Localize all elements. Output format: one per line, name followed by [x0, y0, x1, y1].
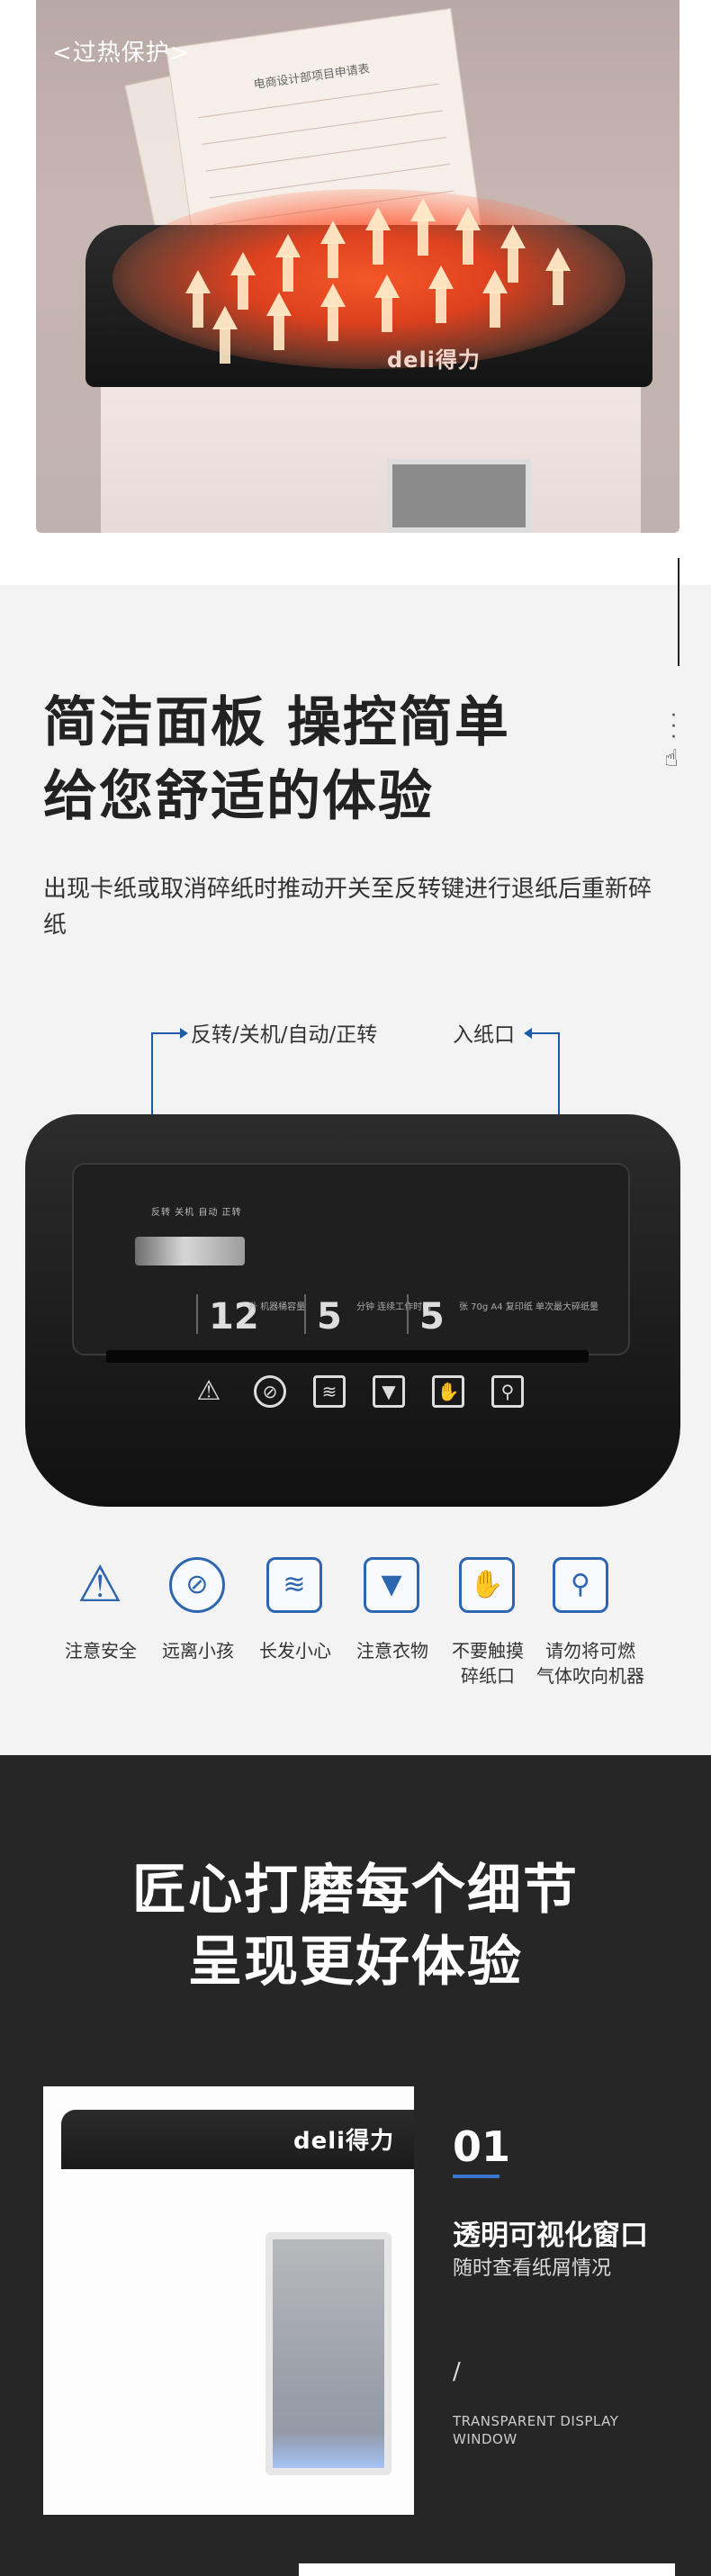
- arrow-left-icon: [524, 1028, 532, 1039]
- switch-labels: 反转 关机 自动 正转: [151, 1208, 242, 1218]
- panel-heading-line2: 给您舒适的体验: [43, 765, 434, 828]
- feature-slash: /: [453, 2358, 461, 2385]
- tie-icon: ▼: [373, 1375, 405, 1408]
- warning-icon: ⚠: [196, 1375, 221, 1407]
- spec-capacity: 12 升 机器桶容量: [209, 1296, 306, 1338]
- craft-heading-line1: 匠心打磨每个细节: [132, 1859, 579, 1922]
- overheat-photo: 电商设计部项目申请表 deli得力 <过热保护>: [36, 0, 680, 533]
- panel-description: 出现卡纸或取消碎纸时推动开关至反转键进行退纸后重新碎纸: [43, 876, 652, 939]
- feature-underline: [453, 2175, 500, 2178]
- panel-heading-line1: 简洁面板 操控简单: [43, 691, 510, 754]
- mode-switch[interactable]: [135, 1237, 245, 1265]
- tie-icon: ▼: [364, 1557, 419, 1613]
- warning-icon: ⚠: [76, 1555, 123, 1614]
- paper-inlet-slot: [106, 1350, 589, 1363]
- scroll-dots-icon: · · ·: [670, 705, 677, 749]
- craft-heading: 匠心打磨每个细节 呈现更好体验: [0, 1854, 711, 1998]
- no-touch-icon: ✋: [459, 1557, 515, 1613]
- long-hair-icon: ≋: [313, 1375, 346, 1408]
- next-card-edge: [299, 2563, 675, 2576]
- safety-label: 不要触摸 碎纸口: [452, 1640, 524, 1687]
- feature-number: 01: [453, 2122, 511, 2171]
- safety-label: 请勿将可燃 气体吹向机器: [536, 1640, 644, 1687]
- safety-label: 远离小孩: [162, 1640, 234, 1662]
- brand-logo: deli得力: [293, 2128, 395, 2155]
- brand-logo: deli得力: [387, 347, 481, 373]
- safety-label: 长发小心: [259, 1640, 331, 1662]
- feature-subtitle: 随时查看纸屑情况: [453, 2257, 612, 2280]
- shredder-body: [101, 369, 641, 533]
- craft-heading-line2: 呈现更好体验: [188, 1931, 523, 1994]
- paper-title: 电商设计部项目申请表: [252, 62, 371, 93]
- arrow-right-icon: [180, 1028, 188, 1039]
- no-spray-icon: ⚲: [553, 1557, 608, 1613]
- panel-heading: 简洁面板 操控简单 给您舒适的体验: [43, 686, 510, 833]
- no-spray-icon: ⚲: [491, 1375, 524, 1408]
- transparent-window: [266, 2232, 392, 2475]
- feature-english: TRANSPARENT DISPLAY WINDOW: [453, 2413, 619, 2447]
- no-children-icon: ⊘: [254, 1375, 286, 1408]
- callout-line: [531, 1032, 560, 1034]
- spec-runtime: 5 分钟 连续工作时间: [317, 1296, 432, 1338]
- no-touch-icon: ✋: [432, 1375, 464, 1408]
- safety-label: 注意安全: [65, 1640, 137, 1662]
- long-hair-icon: ≋: [266, 1557, 322, 1613]
- callout-switch-label: 反转/关机/自动/正转: [191, 1023, 378, 1047]
- viewing-window: [387, 459, 531, 533]
- feature-title: 透明可视化窗口: [453, 2220, 648, 2252]
- no-children-icon: ⊘: [169, 1557, 225, 1613]
- pointer-hand-icon[interactable]: ☝: [664, 745, 679, 772]
- overheat-section: 电商设计部项目申请表 deli得力 <过热保护>: [0, 0, 711, 585]
- spec-sheets: 5 张 70g A4 复印纸 单次最大碎纸量: [419, 1296, 598, 1338]
- callout-line: [151, 1032, 182, 1034]
- scroll-indicator-line: [678, 558, 680, 666]
- overheat-badge: <过热保护>: [52, 40, 191, 67]
- heat-arrows: [171, 198, 585, 364]
- callout-inlet-label: 入纸口: [453, 1023, 515, 1047]
- safety-label: 注意衣物: [356, 1640, 428, 1662]
